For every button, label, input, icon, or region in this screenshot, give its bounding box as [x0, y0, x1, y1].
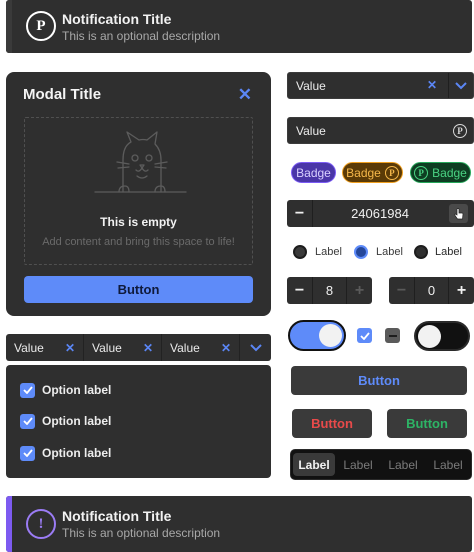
toggle-knob	[319, 324, 342, 347]
notification-accent-bar	[6, 496, 12, 552]
checkbox-checked-icon[interactable]	[20, 445, 35, 461]
notification-description: This is an optional description	[62, 29, 221, 43]
hand-pointer-icon[interactable]	[449, 204, 468, 223]
quantity-stepper[interactable]: − 0 +	[389, 277, 474, 304]
notification-accent-bar	[6, 0, 12, 53]
segment-item[interactable]: Label	[293, 453, 335, 476]
empty-title: This is empty	[100, 215, 177, 229]
checkbox-checked-icon[interactable]	[357, 328, 372, 343]
modal-title: Modal Title	[23, 86, 102, 103]
stepper-value: 0	[427, 283, 436, 298]
chip[interactable]: Value ✕	[84, 334, 162, 361]
secondary-button[interactable]: Button	[291, 366, 467, 395]
toggle-on[interactable]	[288, 320, 346, 351]
increment-button[interactable]: +	[346, 277, 372, 304]
chip[interactable]: Value ✕	[6, 334, 84, 361]
badge-purple: Badge	[291, 162, 336, 183]
chip-label: Value	[170, 340, 200, 355]
radio-label: Label	[315, 246, 342, 258]
segmented-control: Label Label Label Label	[290, 449, 472, 480]
badge-label: Badge	[432, 165, 467, 180]
option-label: Option label	[42, 383, 112, 397]
checkbox-checked-icon[interactable]	[20, 382, 35, 398]
checkbox-checked-icon[interactable]	[20, 413, 35, 429]
chevron-down-icon[interactable]	[455, 82, 467, 90]
option-label: Option label	[42, 414, 112, 428]
p-circle-icon: P	[414, 165, 429, 180]
decrement-button[interactable]: −	[389, 277, 415, 304]
notification-description: This is an optional description	[62, 526, 221, 540]
number-input[interactable]: − 24061984	[287, 200, 474, 227]
close-icon[interactable]: ✕	[143, 341, 153, 355]
segment-item[interactable]: Label	[337, 453, 379, 476]
decrement-button[interactable]: −	[287, 200, 313, 227]
notification-top: P Notification Title This is an optional…	[6, 0, 472, 53]
radio-label: Label	[376, 246, 403, 258]
options-list: Option label Option label Option label	[6, 365, 271, 478]
segment-item[interactable]: Label	[427, 453, 469, 476]
empty-state: This is empty Add content and bring this…	[24, 117, 253, 265]
cat-illustration-icon	[94, 131, 187, 193]
notification-title: Notification Title	[62, 11, 172, 27]
radio-unselected[interactable]	[414, 245, 428, 259]
badge-label: Badge	[346, 165, 381, 180]
increment-button[interactable]: +	[448, 277, 474, 304]
modal-primary-button[interactable]: Button	[24, 276, 253, 303]
badge-green: P Badge	[410, 162, 471, 183]
p-circle-icon: P	[26, 11, 56, 41]
select-dropdown[interactable]: Value ✕	[287, 72, 474, 99]
option-item[interactable]: Option label	[20, 381, 111, 399]
chevron-down-icon[interactable]	[240, 334, 271, 361]
button-label: Button	[406, 416, 448, 431]
toggle-knob	[418, 325, 441, 348]
radio-label: Label	[435, 246, 462, 258]
button-label: Button	[358, 373, 400, 388]
option-label: Option label	[42, 446, 112, 460]
chip-label: Value	[14, 340, 44, 355]
text-input[interactable]: Value P	[287, 117, 474, 144]
radio-selected[interactable]	[354, 245, 368, 259]
close-icon[interactable]: ✕	[427, 78, 437, 92]
stepper-value: 8	[325, 283, 334, 298]
badge-orange: Badge P	[342, 162, 403, 183]
notification-bottom: ! Notification Title This is an optional…	[6, 496, 472, 552]
success-button[interactable]: Button	[387, 409, 467, 438]
number-value: 24061984	[351, 206, 409, 221]
p-circle-icon: P	[453, 124, 467, 138]
option-item[interactable]: Option label	[20, 444, 111, 462]
p-circle-icon: P	[384, 165, 399, 180]
quantity-stepper[interactable]: − 8 +	[287, 277, 372, 304]
notification-title: Notification Title	[62, 508, 172, 524]
toggle-off[interactable]	[414, 321, 470, 351]
button-label: Button	[311, 416, 353, 431]
chip-label: Value	[92, 340, 122, 355]
input-value: Value	[296, 124, 326, 138]
segment-item[interactable]: Label	[382, 453, 424, 476]
multiselect[interactable]: Value ✕ Value ✕ Value ✕	[6, 334, 271, 361]
empty-description: Add content and bring this space to life…	[42, 236, 235, 248]
option-item[interactable]: Option label	[20, 412, 111, 430]
modal: Modal Title ✕ This is empty Add content …	[6, 72, 271, 316]
close-icon[interactable]: ✕	[221, 341, 231, 355]
chip[interactable]: Value ✕	[162, 334, 240, 361]
badge-label: Badge	[296, 165, 331, 180]
decrement-button[interactable]: −	[287, 277, 313, 304]
select-value: Value	[296, 79, 326, 93]
checkbox-indeterminate-icon[interactable]	[385, 328, 400, 343]
danger-button[interactable]: Button	[292, 409, 372, 438]
exclamation-circle-icon: !	[26, 509, 56, 539]
radio-disabled[interactable]	[293, 245, 307, 259]
divider	[448, 73, 449, 98]
close-icon[interactable]: ✕	[238, 86, 252, 104]
close-icon[interactable]: ✕	[65, 341, 75, 355]
